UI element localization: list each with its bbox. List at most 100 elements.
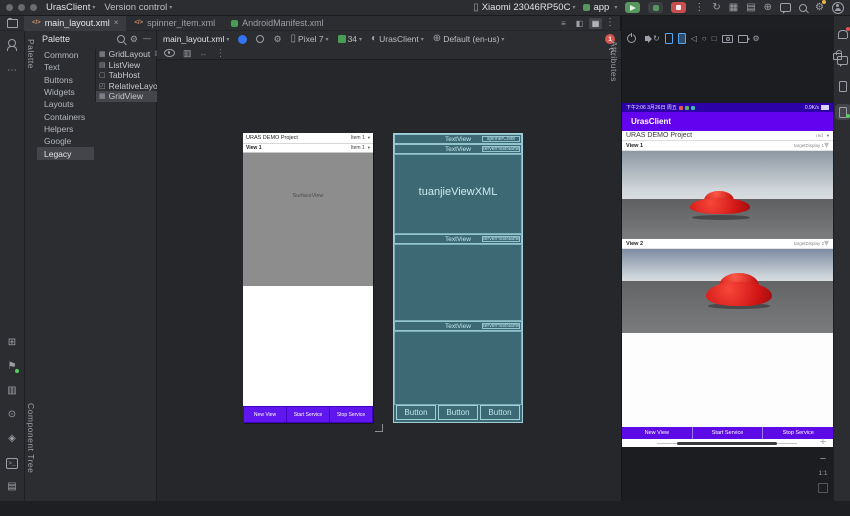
todo-list-icon[interactable]: ▤ — [746, 3, 755, 13]
palette-category-text[interactable]: Text — [37, 61, 94, 73]
fold-out-icon[interactable] — [665, 33, 673, 44]
api-level-picker[interactable]: 34 ▾ — [338, 34, 362, 44]
tab-android-manifest-xml[interactable]: AndroidManifest.xml — [223, 16, 332, 31]
device-selector[interactable]: ▯ Xiaomi 23046RP50C ▾ — [473, 2, 575, 13]
palette-category-buttons[interactable]: Buttons — [37, 74, 94, 86]
zoom-actual-button[interactable]: 1:1 — [818, 471, 827, 478]
device-explorer-tool-button[interactable]: ⊞ — [4, 335, 20, 351]
preview-spinner[interactable]: Item 1 — [351, 145, 365, 151]
more-tool-windows-button[interactable]: ⋯ — [4, 63, 20, 79]
debug-button[interactable] — [648, 2, 663, 13]
palette-category-common[interactable]: Common — [37, 49, 94, 61]
zoom-in-button[interactable]: + — [820, 437, 826, 448]
device-settings-icon[interactable]: ⚙ — [753, 35, 760, 43]
device-picker[interactable]: ▯ Pixel 7 ▾ — [291, 34, 329, 44]
palette-category-layouts[interactable]: Layouts — [37, 98, 94, 110]
terminal-tool-button[interactable]: >_ — [4, 455, 20, 471]
maximize-window-icon[interactable] — [30, 4, 37, 11]
run-button[interactable] — [625, 2, 640, 13]
tab-spinner-item-xml[interactable]: </> spinner_item.xml — [126, 16, 223, 31]
theme-picker[interactable]: ◐ UrasClient ▾ — [371, 34, 424, 44]
zoom-fit-button[interactable] — [818, 483, 828, 493]
locale-picker[interactable]: ⊕ Default (en-us) ▾ — [433, 34, 505, 44]
run-configuration-selector[interactable]: app ▾ — [583, 2, 617, 13]
drag-handle-icon[interactable]: ⋮ — [216, 48, 226, 59]
blueprint-button[interactable]: Button — [438, 405, 478, 420]
overview-icon[interactable]: □ — [712, 35, 717, 43]
color-spinner[interactable]: red — [816, 133, 823, 138]
palette-category-helpers[interactable]: Helpers — [37, 123, 94, 135]
display-spinner[interactable]: targetDisplay 2 — [794, 241, 824, 246]
device-manager-icon[interactable]: ▦ — [729, 3, 738, 13]
palette-item-relativelayout[interactable]: ◰RelativeLayout — [96, 81, 158, 92]
device-manager-tool-button[interactable] — [835, 78, 850, 94]
stop-button[interactable] — [671, 2, 686, 13]
minimize-panel-icon[interactable]: — — [143, 35, 151, 43]
close-tab-icon[interactable]: × — [114, 19, 119, 27]
preview-appbar[interactable]: URAS DEMO Project Item 1 ▾ — [243, 133, 373, 143]
account-avatar[interactable] — [832, 2, 844, 14]
zoom-out-button[interactable]: − — [820, 454, 826, 465]
build-tool-button[interactable]: ▥ — [4, 383, 20, 399]
close-window-icon[interactable] — [6, 4, 13, 11]
preview-new-view-button[interactable]: New View — [244, 407, 286, 422]
logcat-tool-button[interactable]: ▤ — [4, 479, 20, 495]
code-view-icon[interactable]: ≡ — [557, 18, 570, 29]
back-icon[interactable]: ◁ — [691, 35, 697, 43]
attributes-vertical-tab[interactable]: Attributes — [609, 41, 619, 82]
screen-record-icon[interactable] — [738, 35, 748, 43]
running-devices-tool-button[interactable] — [835, 104, 850, 120]
unlocked-icon[interactable] — [833, 53, 842, 60]
display-spinner[interactable]: targetDisplay 1 — [794, 143, 824, 148]
pan-icon[interactable]: ↔ — [200, 49, 208, 58]
gear-icon[interactable]: ⚙ — [130, 35, 138, 44]
blueprint-textview-row[interactable]: TextView serverHostName — [394, 321, 522, 331]
device-gesture-nav[interactable] — [622, 439, 833, 447]
search-everywhere-icon[interactable] — [799, 4, 807, 12]
device-view2-row[interactable]: View 2 targetDisplay 2 ▾ — [622, 239, 833, 249]
device-3d-view-2[interactable] — [622, 249, 833, 333]
dependencies-tool-button[interactable]: ◈ — [4, 431, 20, 447]
blueprint-mode-icon[interactable]: ▥ — [183, 49, 192, 58]
power-icon[interactable] — [627, 34, 636, 43]
blueprint-textview-row[interactable]: TextView spinnerColor — [394, 134, 522, 144]
assistant-chat-icon[interactable] — [780, 3, 791, 12]
blueprint-spinner-tag[interactable]: spinnerColor — [482, 136, 520, 142]
volume-icon[interactable] — [645, 36, 648, 41]
gradle-sync-icon[interactable]: ↻ — [712, 3, 720, 13]
project-menu[interactable]: UrasClient ▾ — [46, 2, 95, 13]
macos-window-controls[interactable] — [6, 4, 37, 11]
new-view-button[interactable]: New View — [622, 427, 692, 439]
palette-category-widgets[interactable]: Widgets — [37, 86, 94, 98]
device-empty-area[interactable] — [622, 333, 833, 427]
design-surface-icon[interactable] — [238, 35, 247, 44]
preview-spinner[interactable]: Item 1 — [351, 135, 365, 141]
commit-tool-button[interactable] — [4, 37, 20, 53]
tab-main-layout-xml[interactable]: </> main_layout.xml × — [24, 16, 126, 31]
blueprint-spinner-tag[interactable]: serverHostName — [482, 323, 520, 329]
rotate-icon[interactable]: ↻ — [653, 35, 660, 43]
design-view-icon[interactable]: ▦ — [589, 18, 602, 29]
app-inspection-icon[interactable]: ⊕ — [764, 3, 772, 13]
search-icon[interactable] — [117, 35, 125, 43]
fold-in-icon[interactable] — [678, 33, 686, 44]
component-tree-vertical-tab[interactable]: Component Tree — [26, 403, 36, 473]
start-service-button[interactable]: Start Service — [692, 427, 763, 439]
device-view1-row[interactable]: View 1 targetDisplay 1 ▾ — [622, 141, 833, 151]
night-mode-icon[interactable] — [256, 35, 264, 43]
vcs-menu[interactable]: Version control ▾ — [104, 2, 172, 13]
blueprint-view-box[interactable] — [394, 331, 522, 405]
blueprint-spinner-tag[interactable]: serverHostName — [482, 236, 520, 242]
preview-view-row[interactable]: View 1 Item 1 ▾ — [243, 143, 373, 153]
blueprint-spinner-tag[interactable]: serverHostName — [482, 146, 520, 152]
blueprint-textview-row[interactable]: TextView serverHostName — [394, 144, 522, 154]
device-3d-view-1[interactable] — [622, 151, 833, 239]
palette-item-gridview[interactable]: ▦GridView — [96, 91, 158, 102]
palette-item-listview[interactable]: ▤ListView — [96, 60, 158, 71]
more-options-icon[interactable]: ⋮ — [605, 18, 615, 28]
palette-category-containers[interactable]: Containers — [37, 110, 94, 122]
split-view-icon[interactable]: ◧ — [573, 18, 586, 29]
file-selector[interactable]: main_layout.xml ▾ — [163, 34, 229, 44]
palette-category-legacy[interactable]: Legacy — [37, 147, 94, 159]
palette-vertical-tab[interactable]: Palette — [26, 39, 36, 69]
